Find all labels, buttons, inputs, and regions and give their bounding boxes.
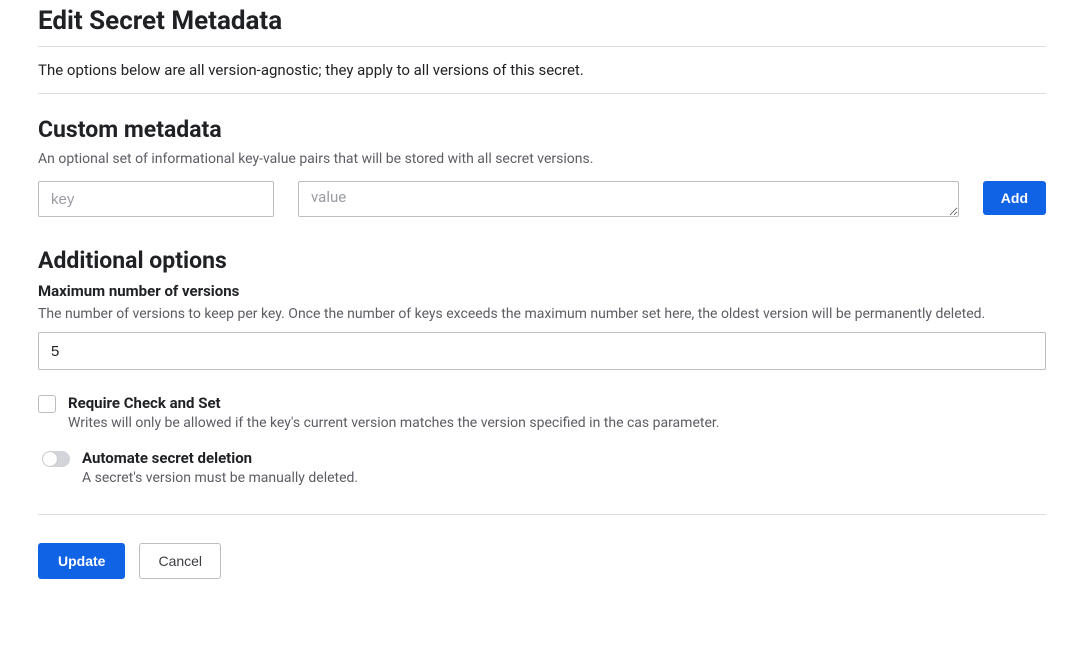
- divider: [38, 514, 1046, 515]
- add-button[interactable]: Add: [983, 181, 1046, 215]
- page-title: Edit Secret Metadata: [38, 6, 1046, 36]
- max-versions-label: Maximum number of versions: [38, 282, 1046, 300]
- max-versions-help: The number of versions to keep per key. …: [38, 306, 1046, 322]
- custom-metadata-title: Custom metadata: [38, 116, 1046, 143]
- automate-delete-row: Automate secret deletion A secret's vers…: [38, 449, 1046, 486]
- divider: [38, 93, 1046, 94]
- additional-options-title: Additional options: [38, 247, 1046, 274]
- require-cas-row: Require Check and Set Writes will only b…: [38, 394, 1046, 431]
- automate-delete-toggle[interactable]: [42, 451, 70, 467]
- cancel-button[interactable]: Cancel: [139, 543, 221, 579]
- require-cas-label: Require Check and Set: [68, 394, 1046, 412]
- update-button[interactable]: Update: [38, 543, 125, 579]
- divider: [38, 46, 1046, 47]
- automate-delete-help: A secret's version must be manually dele…: [82, 470, 1046, 486]
- max-versions-input[interactable]: [38, 332, 1046, 370]
- page-description: The options below are all version-agnost…: [38, 61, 1046, 79]
- custom-metadata-row: Add: [38, 181, 1046, 217]
- toggle-knob: [43, 452, 57, 466]
- metadata-key-input[interactable]: [38, 181, 274, 217]
- metadata-value-input[interactable]: [298, 181, 959, 217]
- require-cas-checkbox[interactable]: [38, 395, 56, 413]
- custom-metadata-subtext: An optional set of informational key-val…: [38, 151, 1046, 167]
- automate-delete-label: Automate secret deletion: [82, 449, 1046, 467]
- footer-buttons: Update Cancel: [38, 543, 1046, 579]
- require-cas-help: Writes will only be allowed if the key's…: [68, 415, 1046, 431]
